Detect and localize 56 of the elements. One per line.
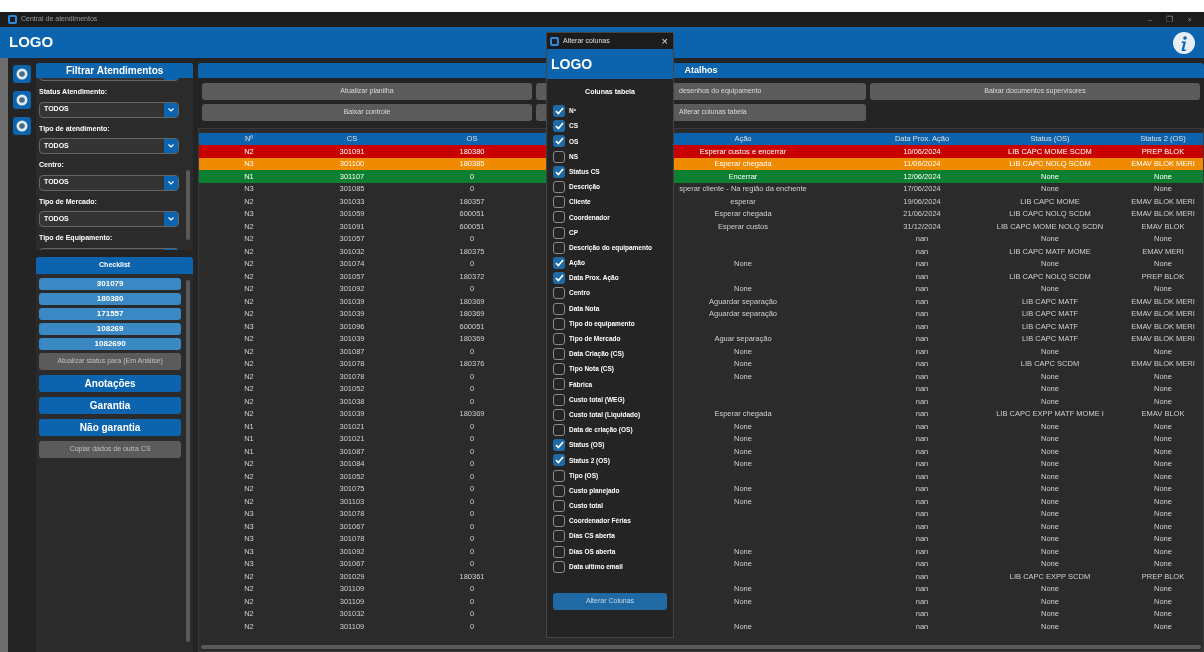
checkbox[interactable] — [553, 454, 565, 467]
checkbox[interactable] — [553, 469, 565, 482]
chevron-down-icon — [168, 107, 175, 112]
checkbox[interactable] — [553, 499, 565, 512]
checkbox[interactable] — [553, 363, 565, 376]
checkbox[interactable] — [553, 408, 565, 421]
checkbox[interactable] — [553, 317, 565, 330]
checklist-item[interactable]: 180380 — [39, 293, 182, 305]
checkbox[interactable] — [553, 424, 565, 437]
action-button[interactable]: Anotações — [39, 375, 182, 392]
checkbox[interactable] — [553, 439, 565, 452]
checkbox[interactable] — [553, 560, 565, 573]
info-icon[interactable] — [1173, 31, 1195, 54]
checkbox[interactable] — [553, 515, 565, 528]
checkbox[interactable] — [553, 105, 565, 118]
checkbox[interactable] — [553, 211, 565, 224]
checkbox[interactable] — [553, 545, 565, 558]
panel-header: Filtrar Atendimentos — [36, 63, 194, 78]
checkbox[interactable] — [553, 226, 565, 239]
checkbox[interactable] — [553, 181, 565, 194]
action-button[interactable]: Garantia — [39, 397, 182, 414]
chevron-down-icon — [168, 180, 175, 185]
checkbox[interactable] — [553, 150, 565, 163]
checklist-item[interactable]: 108269 — [39, 323, 182, 335]
checkbox[interactable] — [553, 530, 565, 543]
checkbox[interactable] — [553, 241, 565, 254]
window-control[interactable]: – — [1147, 15, 1153, 24]
scrollbar[interactable] — [186, 170, 191, 240]
app-icon — [8, 15, 17, 24]
close-button[interactable]: × — [659, 35, 670, 47]
checkbox[interactable] — [553, 378, 565, 391]
checkbox[interactable] — [553, 302, 565, 315]
checkbox[interactable] — [553, 348, 565, 361]
checkbox[interactable] — [553, 135, 565, 148]
action-button[interactable]: Não garantia — [39, 419, 182, 436]
checkbox[interactable] — [553, 120, 565, 133]
checkbox[interactable] — [553, 196, 565, 209]
checkbox[interactable] — [553, 256, 565, 269]
checkbox[interactable] — [553, 484, 565, 497]
window-control[interactable]: × — [1187, 15, 1192, 24]
logo: LOGO — [9, 32, 54, 53]
checkbox[interactable] — [553, 165, 565, 178]
checkbox[interactable] — [553, 393, 565, 406]
checkbox[interactable] — [553, 332, 565, 345]
chevron-down-icon — [168, 144, 175, 148]
checklist-item[interactable]: 301079 — [39, 278, 182, 290]
scrollbar[interactable] — [201, 645, 1201, 649]
chevron-down-icon — [168, 217, 175, 221]
app-icon — [550, 36, 559, 46]
checklist-item[interactable]: 171557 — [39, 308, 182, 320]
checkbox[interactable] — [553, 287, 565, 300]
checkbox[interactable] — [553, 272, 565, 285]
checklist-item[interactable]: 1082690 — [39, 338, 182, 350]
scrollbar[interactable] — [186, 280, 191, 642]
logo: LOGO — [551, 54, 593, 74]
window-control[interactable]: ❐ — [1166, 15, 1174, 24]
